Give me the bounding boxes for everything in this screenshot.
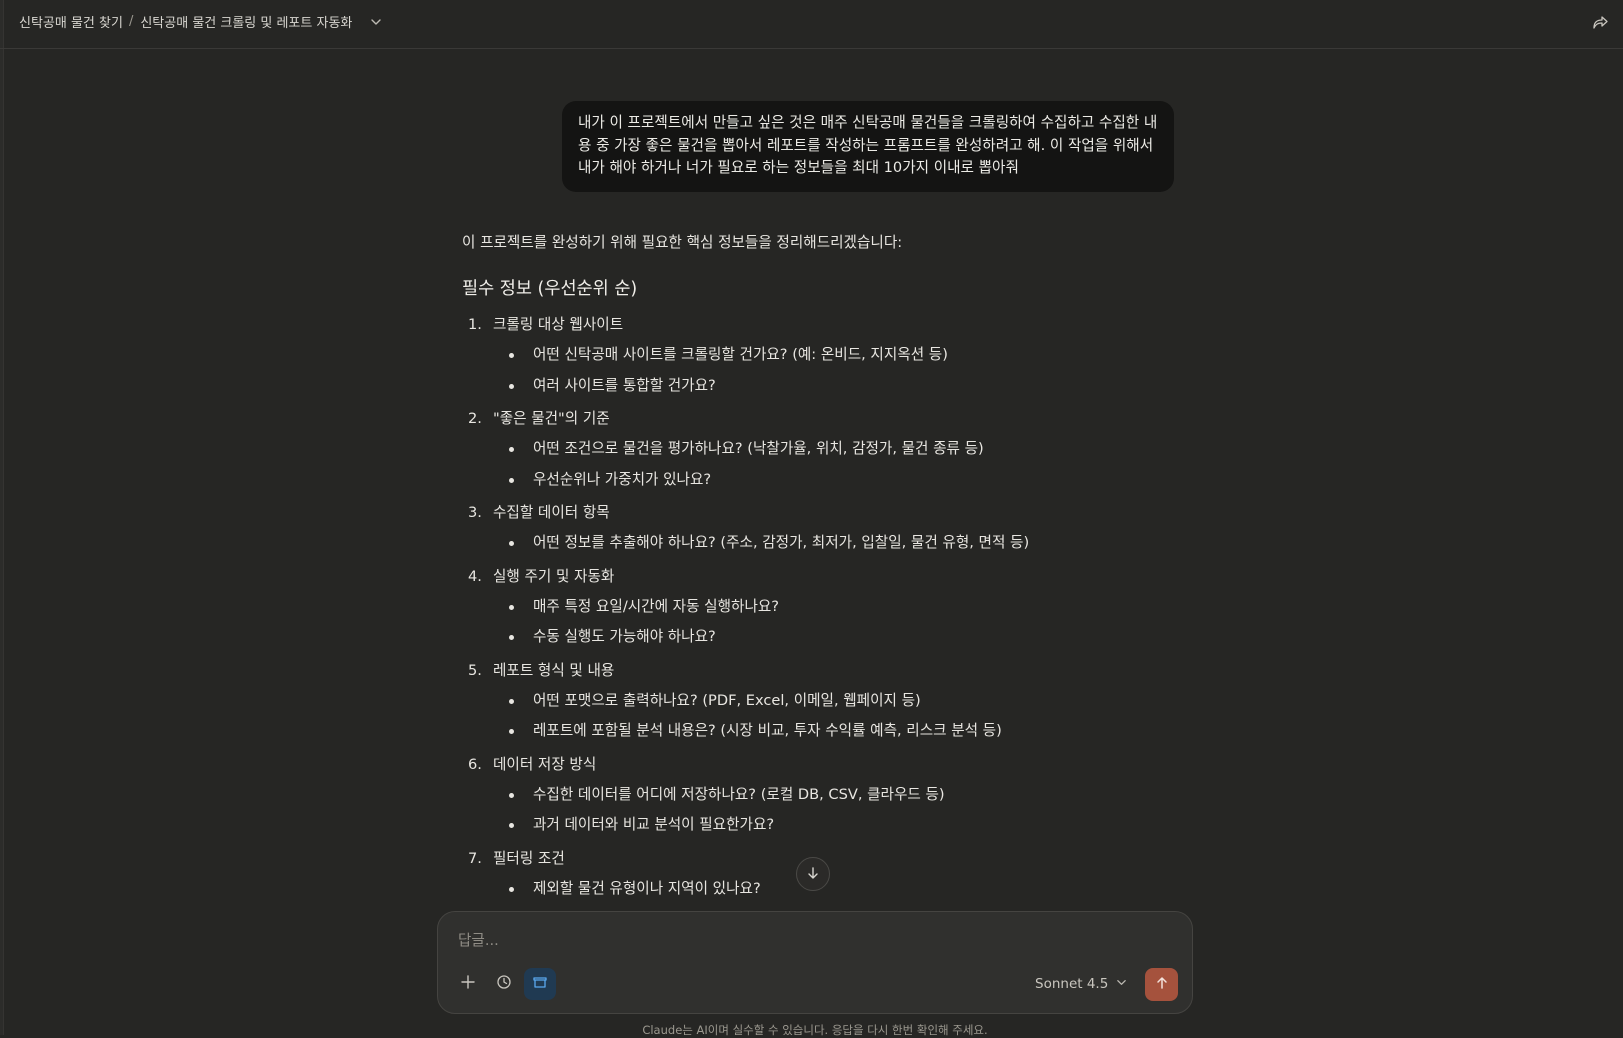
requirements-list: 1. 크롤링 대상 웹사이트어떤 신탁공매 사이트를 크롤링할 건가요? (예: … — [462, 310, 1182, 904]
sub-list: 제외할 물건 유형이나 지역이 있나요? — [493, 874, 1182, 905]
sub-list-item: 매주 특정 요일/시간에 자동 실행하나요? — [493, 592, 1182, 623]
archive-icon — [532, 974, 548, 994]
list-item-title: 필터링 조건 — [493, 849, 565, 867]
sub-list-item: 어떤 조건으로 물건을 평가하나요? (낙찰가율, 위치, 감정가, 물건 종류… — [493, 434, 1182, 465]
sub-list-item: 레포트에 포함될 분석 내용은? (시장 비교, 투자 수익률 예측, 리스크 … — [493, 716, 1182, 747]
list-item: 5. 레포트 형식 및 내용어떤 포맷으로 출력하나요? (PDF, Excel,… — [462, 656, 1182, 747]
sub-list-item: 과거 데이터와 비교 분석이 필요한가요? — [493, 810, 1182, 841]
bullet-icon — [509, 383, 514, 389]
list-item-title: 수집할 데이터 항목 — [493, 504, 610, 521]
sub-list-item-text: 수집한 데이터를 어디에 저장하나요? (로컬 DB, CSV, 클라우드 등) — [533, 785, 945, 803]
list-item-number: 7. — [468, 849, 482, 867]
arrow-up-icon — [1155, 975, 1169, 994]
message-composer: Sonnet 4.5 — [437, 911, 1193, 1014]
breadcrumb-project-link[interactable]: 신탁공매 물건 찾기 — [19, 12, 123, 31]
list-item-number: 3. — [468, 504, 482, 521]
sidebar-edge — [0, 0, 4, 1035]
bullet-icon — [509, 792, 514, 798]
assistant-response: 이 프로젝트를 완성하기 위해 필요한 핵심 정보들을 정리해드리겠습니다: 필… — [462, 228, 1182, 907]
sub-list-item: 수동 실행도 가능해야 하나요? — [493, 622, 1182, 653]
bullet-icon — [509, 886, 514, 892]
sub-list-item: 어떤 포맷으로 출력하나요? (PDF, Excel, 이메일, 웹페이지 등) — [493, 686, 1182, 717]
list-item: 1. 크롤링 대상 웹사이트어떤 신탁공매 사이트를 크롤링할 건가요? (예: … — [462, 310, 1182, 401]
add-attachment-button[interactable] — [452, 968, 484, 1000]
send-button[interactable] — [1145, 968, 1178, 1001]
arrow-down-icon — [806, 865, 820, 884]
sub-list-item: 어떤 정보를 추출해야 하나요? (주소, 감정가, 최저가, 입찰일, 물건 … — [493, 528, 1182, 559]
sub-list-item-text: 어떤 포맷으로 출력하나요? (PDF, Excel, 이메일, 웹페이지 등) — [533, 691, 921, 709]
breadcrumb: 신탁공매 물건 찾기 / 신탁공매 물건 크롤링 및 레포트 자동화 — [19, 12, 382, 31]
clock-icon — [496, 974, 512, 994]
top-bar: 신탁공매 물건 찾기 / 신탁공매 물건 크롤링 및 레포트 자동화 — [0, 0, 1623, 49]
sub-list-item-text: 우선순위나 가중치가 있나요? — [533, 470, 712, 488]
list-item-title: 크롤링 대상 웹사이트 — [493, 316, 624, 333]
sub-list: 매주 특정 요일/시간에 자동 실행하나요? 수동 실행도 가능해야 하나요? — [493, 592, 1182, 653]
bullet-icon — [509, 729, 514, 734]
list-item-title: "좋은 물건"의 기준 — [493, 410, 610, 427]
sub-list-item-text: 과거 데이터와 비교 분석이 필요한가요? — [533, 816, 775, 833]
sub-list-item-text: 매주 특정 요일/시간에 자동 실행하나요? — [533, 597, 780, 615]
sub-list-item-text: 어떤 조건으로 물건을 평가하나요? (낙찰가율, 위치, 감정가, 물건 종류… — [533, 440, 984, 457]
sub-list-item: 어떤 신탁공매 사이트를 크롤링할 건가요? (예: 온비드, 지지옥션 등) — [493, 340, 1182, 371]
sub-list-item-text: 레포트에 포함될 분석 내용은? (시장 비교, 투자 수익률 예측, 리스크 … — [533, 722, 1002, 739]
bullet-icon — [509, 541, 514, 546]
sub-list-item-text: 어떤 신탁공매 사이트를 크롤링할 건가요? (예: 온비드, 지지옥션 등) — [533, 346, 948, 363]
list-item-number: 5. — [468, 661, 482, 679]
plus-icon — [460, 974, 476, 994]
assistant-intro: 이 프로젝트를 완성하기 위해 필요한 핵심 정보들을 정리해드리겠습니다: — [462, 234, 903, 251]
share-icon[interactable] — [1591, 13, 1609, 35]
sub-list: 어떤 포맷으로 출력하나요? (PDF, Excel, 이메일, 웹페이지 등)… — [493, 686, 1182, 747]
list-item-title: 레포트 형식 및 내용 — [493, 661, 615, 679]
list-item-number: 6. — [468, 755, 482, 773]
list-item: 6. 데이터 저장 방식수집한 데이터를 어디에 저장하나요? (로컬 DB, C… — [462, 750, 1182, 841]
list-item-title: 데이터 저장 방식 — [493, 755, 597, 773]
chevron-down-icon — [1108, 976, 1127, 992]
reply-input[interactable] — [458, 932, 1058, 949]
sub-list-item-text: 여러 사이트를 통합할 건가요? — [533, 376, 716, 394]
list-item-number: 4. — [468, 567, 482, 585]
sub-list-item: 제외할 물건 유형이나 지역이 있나요? — [493, 874, 1182, 905]
sub-list-item-text: 수동 실행도 가능해야 하나요? — [533, 628, 716, 645]
sub-list-item: 우선순위나 가중치가 있나요? — [493, 465, 1182, 496]
list-item: 4. 실행 주기 및 자동화매주 특정 요일/시간에 자동 실행하나요? 수동 실행… — [462, 562, 1182, 653]
bullet-icon — [509, 698, 514, 704]
model-name: Sonnet 4.5 — [1035, 976, 1109, 992]
sub-list-item: 여러 사이트를 통합할 건가요? — [493, 371, 1182, 402]
chat-title[interactable]: 신탁공매 물건 크롤링 및 레포트 자동화 — [140, 12, 352, 31]
bullet-icon — [509, 353, 514, 358]
history-button[interactable] — [488, 968, 520, 1000]
bullet-icon — [509, 823, 514, 828]
breadcrumb-separator: / — [128, 14, 134, 29]
model-selector[interactable]: Sonnet 4.5 — [1035, 976, 1127, 992]
sub-list: 어떤 정보를 추출해야 하나요? (주소, 감정가, 최저가, 입찰일, 물건 … — [493, 528, 1182, 559]
list-item-number: 2. — [468, 410, 482, 427]
list-item: 2. "좋은 물건"의 기준어떤 조건으로 물건을 평가하나요? (낙찰가율, 위… — [462, 404, 1182, 495]
sub-list-item-text: 어떤 정보를 추출해야 하나요? (주소, 감정가, 최저가, 입찰일, 물건 … — [533, 534, 1030, 551]
sub-list-item-text: 제외할 물건 유형이나 지역이 있나요? — [533, 879, 761, 897]
bullet-icon — [509, 477, 514, 483]
disclaimer-text: Claude는 AI이며 실수할 수 있습니다. 응답을 다시 한번 확인해 주… — [642, 1023, 988, 1037]
sub-list: 어떤 조건으로 물건을 평가하나요? (낙찰가율, 위치, 감정가, 물건 종류… — [493, 434, 1182, 495]
list-item: 3. 수집할 데이터 항목어떤 정보를 추출해야 하나요? (주소, 감정가, 최… — [462, 498, 1182, 559]
sub-list: 어떤 신탁공매 사이트를 크롤링할 건가요? (예: 온비드, 지지옥션 등) 여… — [493, 340, 1182, 401]
sub-list-item: 수집한 데이터를 어디에 저장하나요? (로컬 DB, CSV, 클라우드 등) — [493, 780, 1182, 811]
user-message: 내가 이 프로젝트에서 만들고 싶은 것은 매주 신탁공매 물건들을 크롤링하여… — [562, 101, 1174, 192]
bullet-icon — [509, 604, 514, 610]
list-item-title: 실행 주기 및 자동화 — [493, 567, 615, 585]
list-item-number: 1. — [468, 316, 482, 333]
chevron-down-icon[interactable] — [370, 16, 382, 28]
scroll-down-button[interactable] — [796, 857, 830, 891]
sub-list: 수집한 데이터를 어디에 저장하나요? (로컬 DB, CSV, 클라우드 등)… — [493, 780, 1182, 841]
bullet-icon — [509, 635, 514, 640]
bullet-icon — [509, 447, 514, 452]
section-title: 필수 정보 (우선순위 순) — [462, 279, 638, 299]
research-toggle-button[interactable] — [524, 968, 556, 1000]
